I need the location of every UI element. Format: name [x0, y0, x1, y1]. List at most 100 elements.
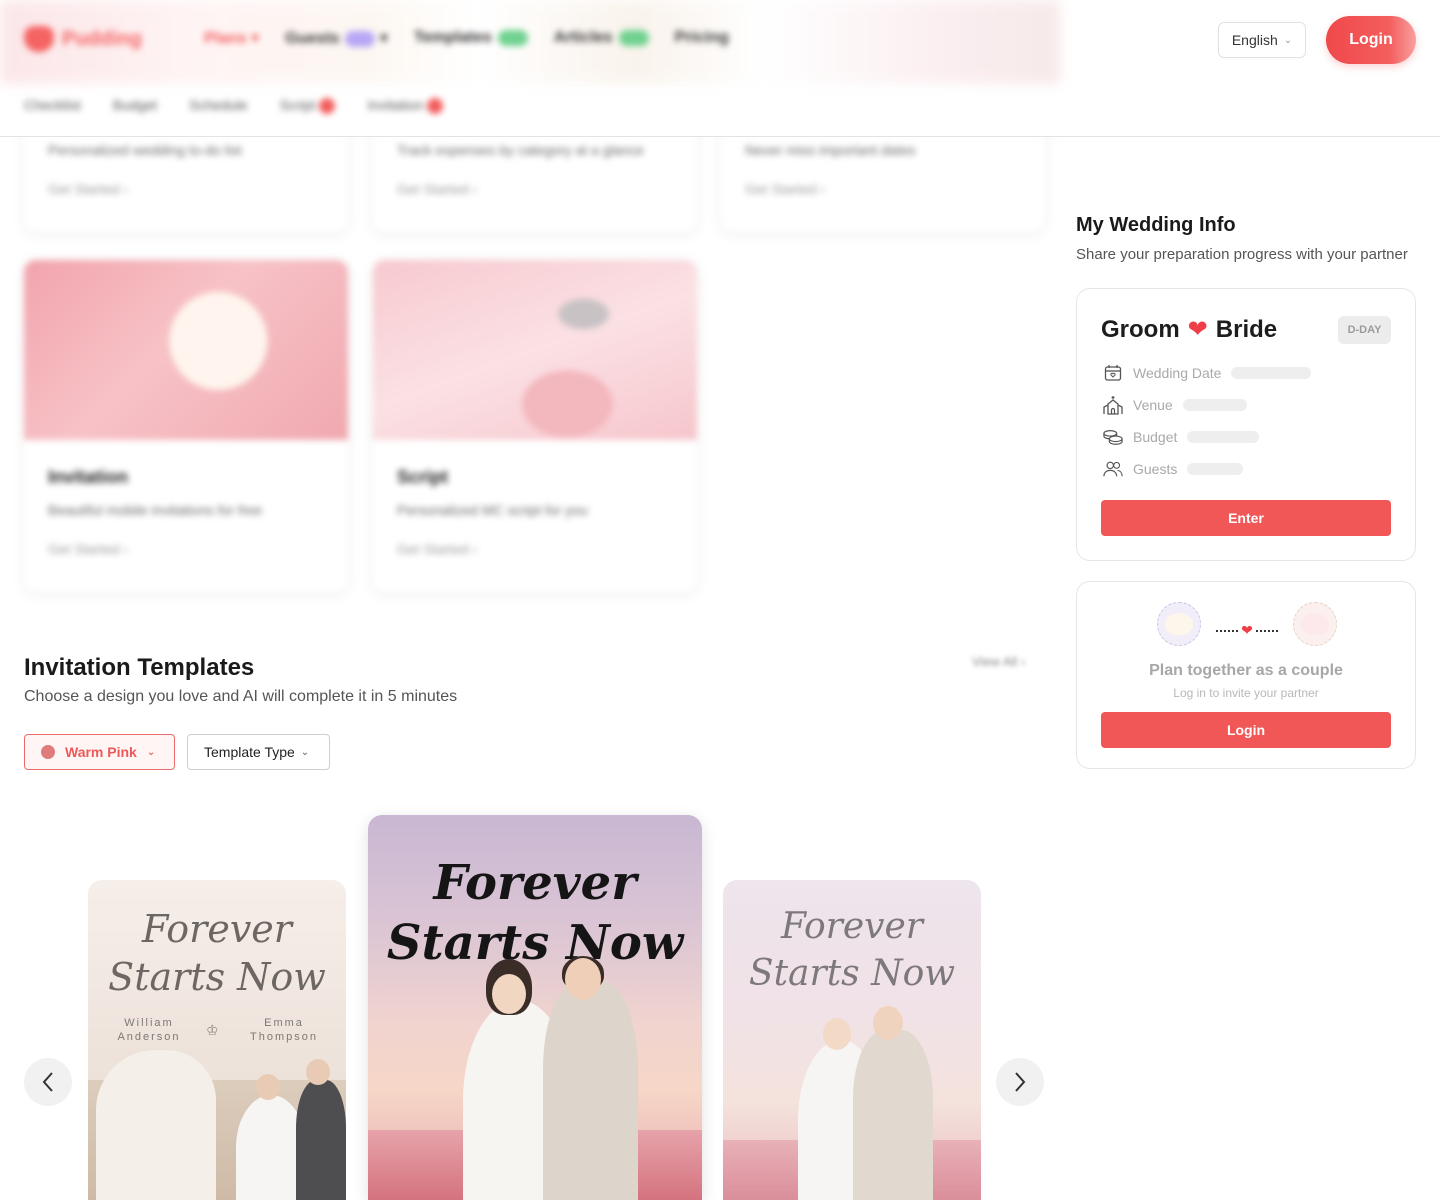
nav-badge: [497, 29, 528, 46]
info-row-wedding-date: Wedding Date: [1103, 363, 1312, 383]
invitation-image: [24, 260, 348, 440]
template-type-dropdown[interactable]: Template Type ⌄: [187, 734, 330, 770]
feature-cta[interactable]: Get Started ›: [48, 541, 128, 557]
sub-nav: Checklist Budget Schedule Script Invitat…: [24, 97, 444, 115]
subnav-invitation[interactable]: Invitation: [367, 97, 444, 115]
groom-avatar-icon: [1157, 602, 1201, 646]
wedding-info-card: Groom ❤ Bride D-DAY Wedding Date Venue B…: [1076, 288, 1416, 561]
feature-cta[interactable]: Get Started ›: [397, 541, 477, 557]
login-button[interactable]: Login: [1326, 16, 1416, 64]
feature-desc: Track expenses by category at a glance: [397, 142, 644, 158]
template-card-featured[interactable]: Forever Starts Now: [368, 815, 702, 1200]
feature-desc: Personalized MC script for you: [397, 502, 588, 518]
value-placeholder: [1182, 399, 1247, 411]
wedding-info-title: My Wedding Info: [1076, 214, 1236, 236]
nav-templates[interactable]: Templates: [414, 29, 528, 47]
nav-badge: [345, 30, 376, 47]
pudding-logo-icon: [24, 26, 54, 52]
feature-title: Invitation: [48, 467, 128, 487]
bride-label: Bride: [1215, 315, 1278, 343]
nav-pricing[interactable]: Pricing: [675, 29, 729, 47]
templates-subtitle: Choose a design you love and AI will com…: [24, 688, 458, 705]
feature-cta[interactable]: Get Started ›: [745, 181, 825, 197]
template-script-text: Forever Starts Now: [748, 906, 956, 994]
dotted-line: [1216, 629, 1239, 632]
groom-shape: [543, 980, 638, 1200]
value-placeholder: [1187, 463, 1244, 475]
nav-guests[interactable]: Guests ▾: [285, 28, 388, 48]
calendar-icon: [1103, 363, 1123, 383]
info-label: Budget: [1133, 429, 1178, 445]
couple-login-button[interactable]: Login: [1101, 712, 1391, 748]
bride-avatar-icon: [1293, 602, 1337, 646]
couple-invite-card: ❤ Plan together as a couple Log in to in…: [1076, 581, 1416, 769]
info-row-venue: Venue: [1103, 395, 1247, 415]
chevron-left-icon: [42, 1072, 53, 1092]
couple-names: Groom ❤ Bride: [1101, 315, 1277, 344]
nav-plans[interactable]: Plans ▾: [204, 28, 259, 48]
chevron-right-icon: [1015, 1072, 1026, 1092]
heart-icon: ❤: [1241, 622, 1253, 638]
nav-articles[interactable]: Articles: [554, 29, 649, 47]
feature-cta[interactable]: Get Started ›: [397, 181, 477, 197]
subnav-script[interactable]: Script: [280, 97, 336, 115]
templates-title: Invitation Templates: [24, 654, 255, 681]
value-placeholder: [1187, 431, 1260, 443]
logo-text: Pudding: [62, 27, 142, 50]
subnav-budget[interactable]: Budget: [113, 97, 157, 114]
info-row-guests: Guests: [1103, 459, 1244, 479]
enter-button[interactable]: Enter: [1101, 500, 1391, 536]
groom-head: [565, 958, 601, 1000]
script-image: [373, 260, 697, 440]
feature-desc: Beautiful mobile invitations for free: [48, 502, 262, 518]
feature-card-script[interactable]: Script Personalized MC script for you Ge…: [373, 260, 697, 592]
chevron-down-icon: ⌄: [300, 746, 310, 758]
dotted-line: [1255, 629, 1278, 632]
language-label: English: [1231, 32, 1278, 48]
coins-icon: [1103, 427, 1123, 447]
chevron-down-icon: ⌄: [146, 746, 156, 758]
chevron-down-icon: ⌄: [1283, 34, 1293, 46]
template-card[interactable]: Forever Starts Now: [723, 880, 981, 1200]
carousel-prev-button[interactable]: [24, 1058, 72, 1106]
new-dot: [319, 98, 336, 115]
color-filter-label: Warm Pink: [65, 744, 137, 760]
info-label: Guests: [1133, 461, 1178, 477]
groom-head: [306, 1059, 330, 1085]
wedding-info-subtitle: Share your preparation progress with you…: [1076, 246, 1408, 263]
main-nav: Plans ▾ Guests ▾ Templates Articles Pric…: [204, 28, 729, 48]
feature-desc: Never miss important dates: [745, 142, 916, 158]
color-filter-dropdown[interactable]: Warm Pink ⌄: [24, 734, 175, 770]
nav-badge: [618, 29, 649, 46]
view-all-link[interactable]: View All ›: [972, 654, 1025, 669]
bride-head: [823, 1018, 851, 1050]
template-type-label: Template Type: [204, 744, 295, 760]
top-header: Pudding Plans ▾ Guests ▾ Templates Artic…: [0, 0, 1440, 137]
feature-desc: Personalized wedding to-do list: [48, 142, 242, 158]
logo[interactable]: Pudding: [24, 26, 142, 52]
horse-shape: [96, 1050, 216, 1200]
couple-subtitle: Log in to invite your partner: [1173, 686, 1319, 700]
subnav-checklist[interactable]: Checklist: [24, 97, 81, 114]
bride-head: [256, 1074, 280, 1100]
info-row-budget: Budget: [1103, 427, 1260, 447]
info-label: Venue: [1133, 397, 1173, 413]
dday-badge: D-DAY: [1338, 316, 1391, 344]
template-card[interactable]: Forever Starts Now William Anderson ♔ Em…: [88, 880, 346, 1200]
language-select[interactable]: English ⌄: [1218, 22, 1306, 58]
feature-card-invitation[interactable]: Invitation Beautiful mobile invitations …: [24, 260, 348, 592]
new-dot: [427, 98, 444, 115]
groom-head: [873, 1006, 903, 1040]
color-swatch: [41, 745, 55, 759]
chapel-icon: [1103, 395, 1123, 415]
groom-shape: [296, 1080, 346, 1200]
feature-cta[interactable]: Get Started ›: [48, 181, 128, 197]
subnav-schedule[interactable]: Schedule: [189, 97, 247, 114]
template-script-text: Forever Starts Now: [108, 907, 326, 999]
carousel-next-button[interactable]: [996, 1058, 1044, 1106]
couple-title: Plan together as a couple: [1149, 662, 1343, 679]
groom-shape: [853, 1030, 933, 1200]
value-placeholder: [1231, 367, 1312, 379]
bride-head: [492, 974, 526, 1014]
groom-name: William Anderson: [117, 1017, 181, 1044]
